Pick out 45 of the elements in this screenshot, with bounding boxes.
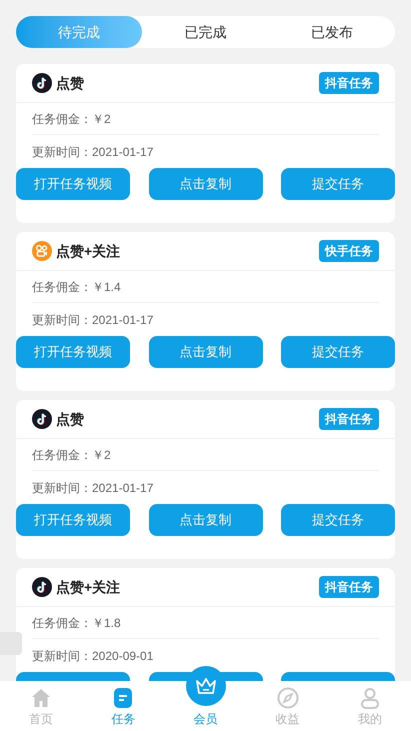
update-time-text: 更新时间：2021-01-17: [32, 312, 154, 328]
action-button[interactable]: 提交任务: [281, 168, 395, 200]
task-title: 点赞+关注: [56, 242, 120, 261]
action-button[interactable]: 打开任务视频: [16, 504, 130, 536]
house-icon: [30, 687, 52, 709]
floating-handle[interactable]: [0, 632, 22, 655]
tab[interactable]: 已完成: [142, 16, 269, 48]
task-title: 点赞+关注: [56, 578, 120, 597]
nav-item[interactable]: 收益: [276, 710, 300, 728]
task-title: 点赞: [56, 410, 84, 429]
action-button[interactable]: 点击复制: [148, 504, 262, 536]
action-button[interactable]: 点击复制: [148, 336, 262, 368]
action-button[interactable]: 提交任务: [281, 336, 395, 368]
action-button[interactable]: 点击复制: [148, 168, 262, 200]
commission-text: 任务佣金：￥2: [32, 446, 111, 464]
commission-text: 任务佣金：￥1.4: [32, 278, 121, 296]
crown-icon: [194, 677, 216, 695]
action-button[interactable]: 打开任务视频: [16, 168, 130, 200]
compass-icon: [276, 687, 299, 709]
commission-text: 任务佣金：￥1.8: [32, 614, 121, 632]
action-button[interactable]: [16, 672, 130, 681]
action-button[interactable]: [281, 672, 395, 681]
platform-tag: 抖音任务: [319, 576, 379, 598]
nav-item[interactable]: 任务: [111, 710, 136, 728]
tab[interactable]: 待完成: [16, 16, 142, 48]
update-time-text: 更新时间：2021-01-17: [32, 480, 154, 496]
platform-tag: 抖音任务: [319, 72, 379, 94]
action-button[interactable]: 提交任务: [281, 504, 395, 536]
music-note-icon: [32, 577, 52, 597]
music-note-icon: [32, 73, 52, 93]
music-note-icon: [32, 409, 52, 429]
nav-item[interactable]: 我的: [358, 710, 382, 728]
platform-tag: 抖音任务: [319, 408, 379, 430]
tab[interactable]: 已发布: [268, 16, 395, 48]
update-time-text: 更新时间：2021-01-17: [32, 144, 154, 160]
nav-item[interactable]: 会员: [194, 710, 218, 728]
commission-text: 任务佣金：￥2: [32, 110, 111, 128]
update-time-text: 更新时间：2020-09-01: [32, 648, 154, 664]
document-icon: [113, 687, 134, 709]
nav-item[interactable]: 首页: [29, 710, 54, 728]
platform-tag: 快手任务: [319, 240, 379, 262]
camera-logo-icon: [32, 241, 52, 261]
task-title: 点赞: [56, 74, 84, 93]
action-button[interactable]: 打开任务视频: [16, 336, 130, 368]
person-icon: [358, 687, 381, 709]
